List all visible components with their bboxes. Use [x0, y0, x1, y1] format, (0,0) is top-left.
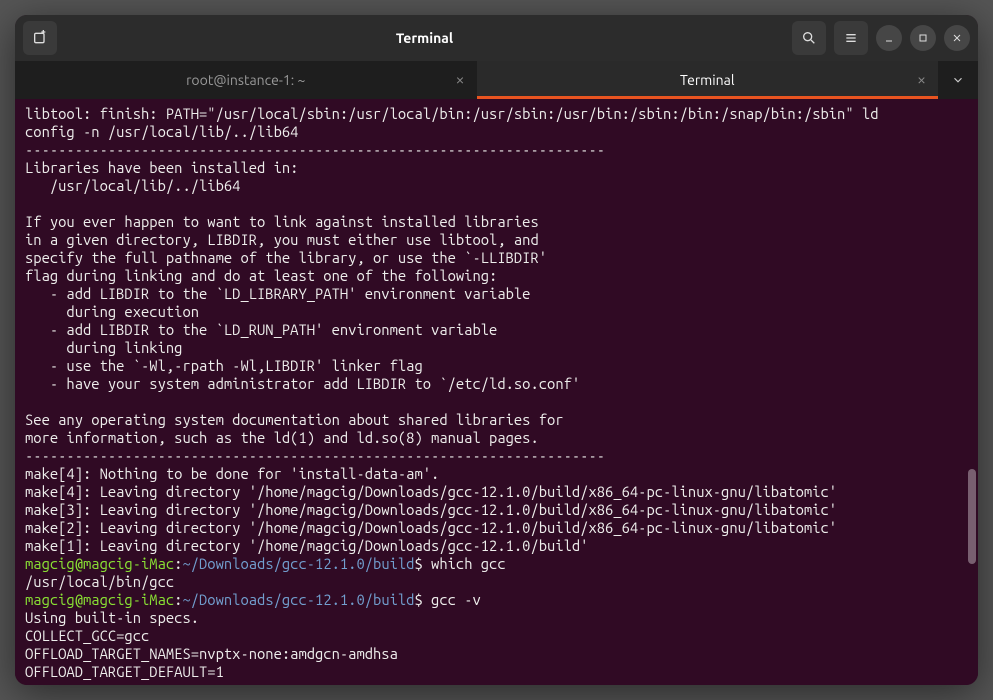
window-title: Terminal: [65, 30, 784, 46]
menu-button[interactable]: [834, 21, 868, 55]
tab-root-instance[interactable]: root@instance-1: ~ ×: [15, 61, 477, 99]
search-button[interactable]: [792, 21, 826, 55]
terminal-output[interactable]: libtool: finish: PATH="/usr/local/sbin:/…: [15, 99, 978, 685]
scrollbar-thumb[interactable]: [968, 469, 976, 564]
tab-close-icon[interactable]: ×: [455, 71, 464, 89]
tab-label: Terminal: [680, 72, 735, 88]
terminal-text: libtool: finish: PATH="/usr/local/sbin:/…: [25, 105, 968, 681]
maximize-button[interactable]: [910, 25, 936, 51]
titlebar: Terminal: [15, 15, 978, 61]
tabbar: root@instance-1: ~ × Terminal ×: [15, 61, 978, 99]
tab-terminal[interactable]: Terminal ×: [477, 61, 939, 99]
terminal-window: Terminal root@instance-1: ~ × Termi: [15, 15, 978, 685]
minimize-button[interactable]: [876, 25, 902, 51]
new-tab-button[interactable]: [23, 21, 57, 55]
tab-close-icon[interactable]: ×: [917, 71, 926, 89]
close-button[interactable]: [944, 25, 970, 51]
tab-dropdown-button[interactable]: [938, 61, 978, 99]
tab-label: root@instance-1: ~: [186, 72, 305, 88]
